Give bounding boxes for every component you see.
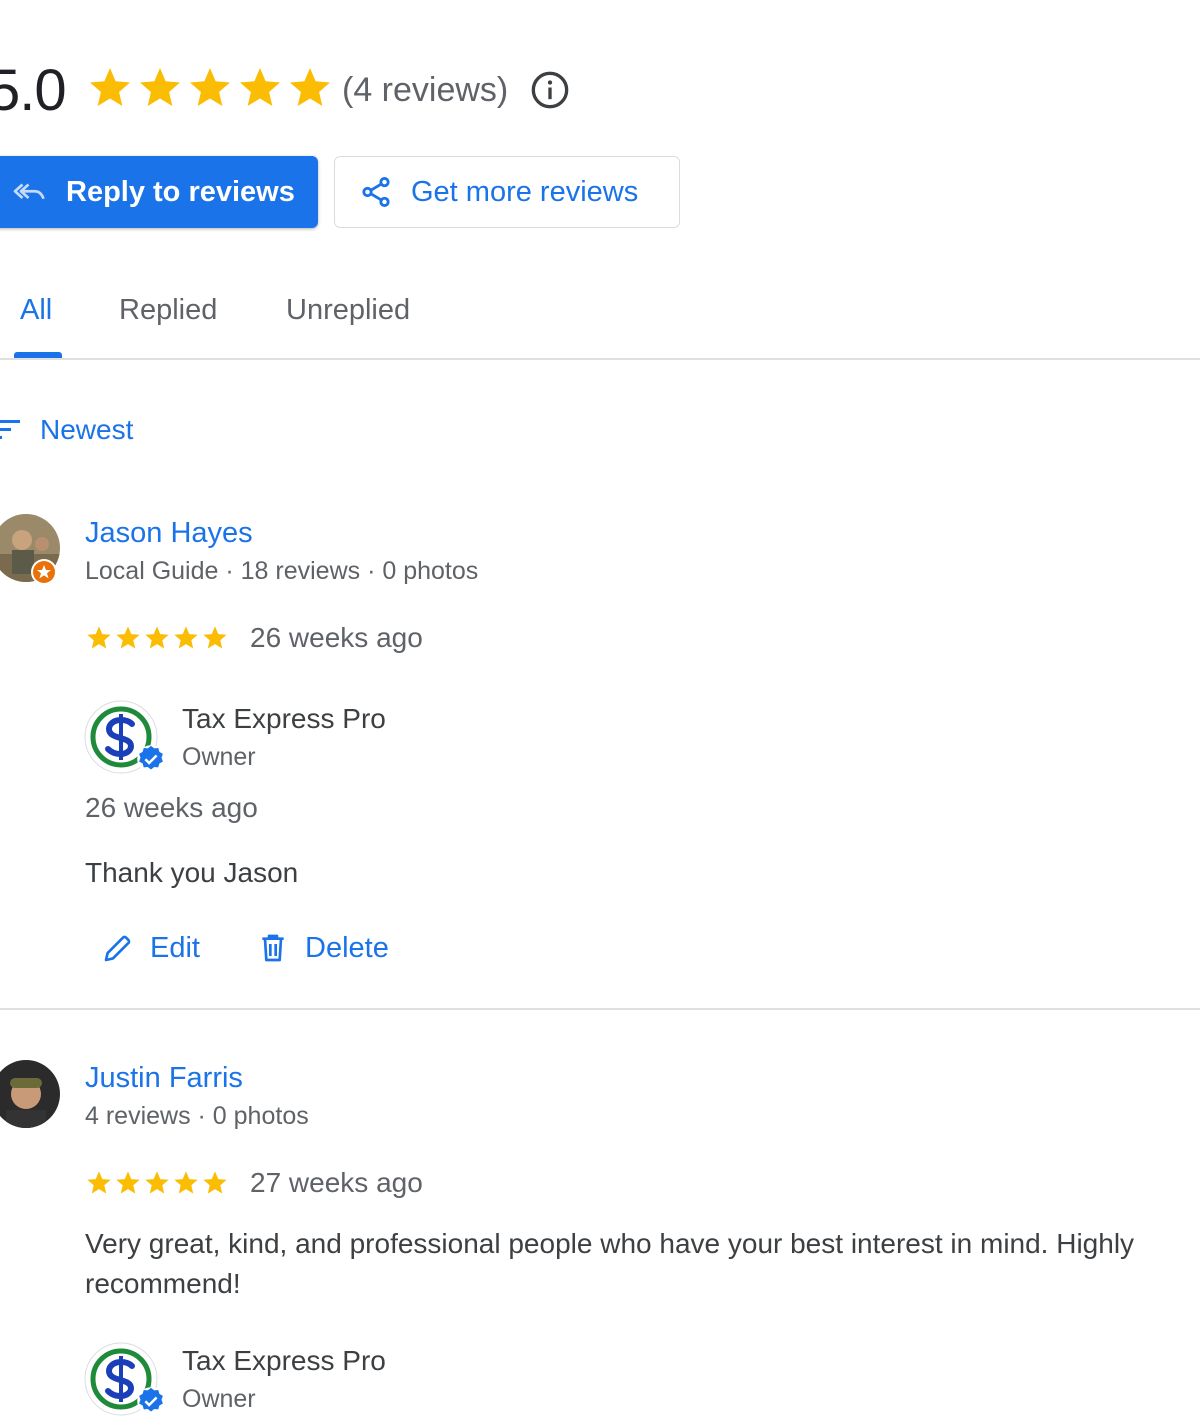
edit-reply-button[interactable]: Edit [102,930,200,966]
star-icon [145,1171,169,1194]
review-time: 27 weeks ago [250,1167,423,1198]
star-icon [145,626,169,649]
tabs-divider [0,358,1200,360]
reviewer-meta: Local Guide · 18 reviews · 0 photos [85,557,479,585]
pencil-icon [104,935,131,962]
reply-all-icon [13,183,45,200]
owner-name: Tax Express Pro [182,703,386,734]
star-icon [90,68,130,106]
reviewer-meta: 4 reviews · 0 photos [85,1102,309,1130]
star-icon [140,68,180,106]
reply-to-reviews-label: Reply to reviews [66,175,295,208]
star-icon [174,1171,198,1194]
review-time: 26 weeks ago [250,622,423,653]
owner-role: Owner [182,743,256,771]
avatar[interactable] [0,1060,60,1128]
star-icon [87,1171,111,1194]
local-guide-badge-icon [31,559,57,585]
star-icon [116,1171,140,1194]
review-text: Very great, kind, and professional peopl… [85,1228,1135,1299]
tab-unreplied[interactable]: Unreplied [286,292,410,328]
verified-badge-icon [137,745,165,773]
average-rating: 5.0 [0,58,67,123]
info-icon[interactable] [530,70,570,110]
owner-name: Tax Express Pro [182,1345,386,1376]
star-icon [290,68,330,106]
star-icon [116,626,140,649]
get-more-reviews-label: Get more reviews [411,175,639,208]
star-icon [174,626,198,649]
delete-label: Delete [305,932,389,964]
reply-time: 26 weeks ago [85,792,258,823]
reviewer-photo [0,1060,60,1128]
review-stars [85,1169,229,1197]
review-count: (4 reviews) [342,71,509,109]
reply-to-reviews-button[interactable]: Reply to reviews [0,156,318,228]
rating-stars [86,64,334,112]
reviewer-name[interactable]: Justin Farris [85,1060,243,1096]
tab-all[interactable]: All [20,292,52,328]
sort-icon[interactable] [0,418,24,442]
reply-text: Thank you Jason [85,857,299,888]
get-more-reviews-button[interactable]: Get more reviews [334,156,680,228]
edit-label: Edit [150,932,200,964]
star-icon [190,68,230,106]
star-icon [203,1171,227,1194]
star-icon [87,626,111,649]
trash-icon [262,934,284,962]
star-icon [203,626,227,649]
reviewer-name[interactable]: Jason Hayes [85,515,253,551]
owner-role: Owner [182,1385,256,1413]
verified-badge-icon [137,1387,165,1415]
share-icon [362,176,390,208]
delete-reply-button[interactable]: Delete [257,930,389,966]
review-divider [0,1008,1200,1010]
tab-replied[interactable]: Replied [119,292,217,328]
star-icon [240,68,280,106]
sort-newest[interactable]: Newest [40,412,133,448]
review-stars [85,624,229,652]
